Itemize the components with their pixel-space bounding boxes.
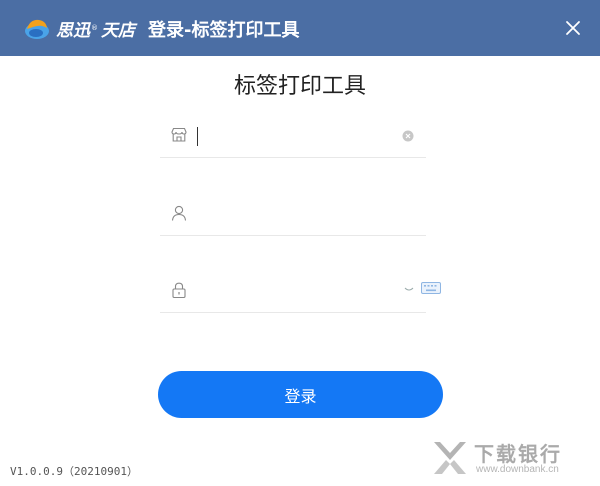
logo-text-secondary: 天店 — [101, 20, 135, 41]
logo-icon — [25, 19, 49, 39]
watermark-url: www.downbank.cn — [476, 464, 559, 475]
password-input[interactable] — [196, 279, 386, 303]
close-icon — [566, 21, 580, 35]
username-field[interactable] — [160, 196, 426, 236]
window-title: 登录-标签打印工具 — [148, 20, 300, 41]
logo-text: 思迅 — [56, 20, 90, 41]
login-button[interactable]: 登录 — [158, 371, 443, 418]
eye-closed-icon[interactable] — [404, 287, 414, 293]
store-field[interactable] — [160, 118, 426, 158]
keyboard-icon[interactable] — [421, 282, 441, 294]
watermark-logo-icon — [434, 442, 466, 474]
version-label: V1.0.0.9（20210901） — [10, 465, 138, 478]
watermark: 下载银行 www.downbank.cn — [430, 436, 595, 482]
username-input[interactable] — [196, 202, 386, 226]
store-icon — [171, 127, 187, 142]
app-logo: 思迅 ® 天店 — [24, 15, 135, 41]
watermark-title: 下载银行 — [474, 442, 562, 466]
user-icon — [171, 205, 187, 221]
text-cursor — [197, 127, 198, 146]
close-button[interactable] — [562, 17, 584, 39]
title-bar: 思迅 ® 天店 登录-标签打印工具 — [0, 0, 600, 56]
password-field[interactable] — [160, 273, 441, 313]
clear-icon[interactable] — [402, 130, 414, 142]
store-input[interactable] — [196, 124, 386, 148]
page-title: 标签打印工具 — [233, 74, 366, 99]
logo-registered-mark: ® — [91, 24, 98, 32]
lock-icon — [172, 282, 186, 299]
